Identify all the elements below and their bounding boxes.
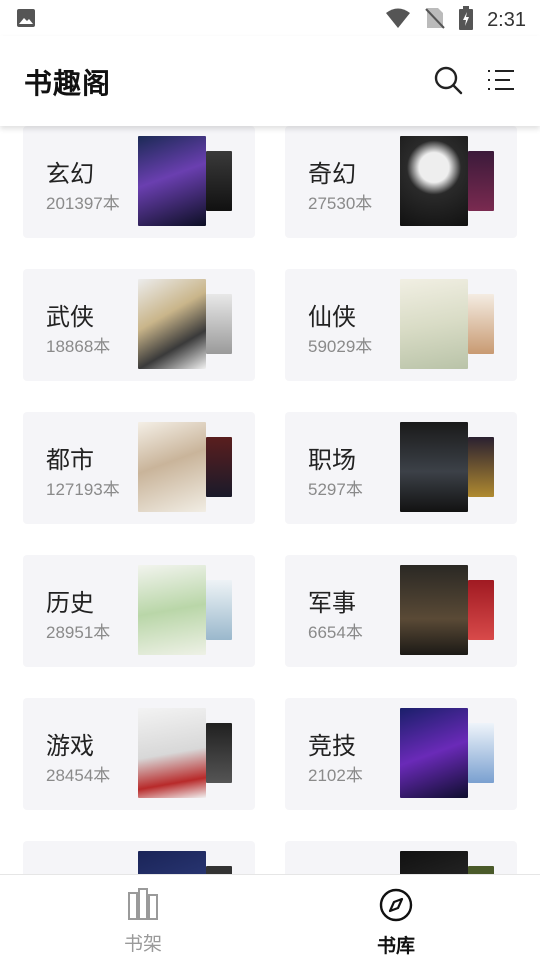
category-name: 玄幻	[46, 160, 94, 188]
book-cover	[206, 723, 232, 783]
book-cover	[400, 136, 468, 226]
book-cover	[206, 866, 232, 874]
book-cover	[400, 279, 468, 369]
category-card-xuanhuan[interactable]: 玄幻 201397本	[23, 126, 255, 238]
book-cover	[400, 565, 468, 655]
book-cover	[138, 136, 206, 226]
book-cover	[138, 279, 206, 369]
category-name: 都市	[46, 446, 94, 474]
category-name: 武侠	[46, 303, 94, 331]
book-cover	[206, 437, 232, 497]
category-card-xianxia[interactable]: 仙侠 59029本	[285, 269, 517, 381]
book-cover	[206, 151, 232, 211]
search-button[interactable]	[432, 64, 464, 96]
book-cover	[468, 580, 494, 640]
category-count: 201397本	[46, 194, 120, 213]
image-notification-icon	[16, 8, 36, 32]
book-cover	[468, 294, 494, 354]
status-time: 2:31	[487, 8, 526, 31]
category-count: 27530本	[308, 194, 373, 213]
bookshelf-icon	[128, 888, 158, 920]
book-cover	[138, 422, 206, 512]
category-grid: 玄幻 201397本 奇幻 27530本 武侠 18868本 仙侠 59029本…	[0, 126, 540, 874]
category-name: 职场	[308, 446, 356, 474]
category-count: 2102本	[308, 766, 363, 785]
book-cover	[138, 851, 206, 874]
book-cover	[206, 294, 232, 354]
compass-icon	[379, 888, 413, 922]
category-card-lishi[interactable]: 历史 28951本	[23, 555, 255, 667]
book-cover	[206, 580, 232, 640]
nav-library[interactable]: 书库	[336, 887, 456, 958]
category-card-partial[interactable]	[285, 841, 517, 874]
category-name: 奇幻	[308, 160, 356, 188]
book-cover	[400, 708, 468, 798]
book-cover	[468, 437, 494, 497]
category-count: 5297本	[308, 480, 363, 499]
status-bar: 2:31	[0, 0, 540, 36]
category-count: 18868本	[46, 337, 111, 356]
category-name: 军事	[308, 589, 356, 617]
battery-icon	[459, 6, 474, 34]
category-card-wuxia[interactable]: 武侠 18868本	[23, 269, 255, 381]
book-cover	[138, 708, 206, 798]
category-name: 竞技	[308, 732, 356, 760]
search-icon	[434, 66, 463, 95]
category-card-zhichang[interactable]: 职场 5297本	[285, 412, 517, 524]
book-cover	[468, 866, 494, 874]
category-count: 127193本	[46, 480, 120, 499]
book-cover	[400, 422, 468, 512]
app-bar: 书趣阁	[0, 36, 540, 126]
category-card-youxi[interactable]: 游戏 28454本	[23, 698, 255, 810]
nav-bookshelf[interactable]: 书架	[83, 887, 203, 956]
category-card-partial[interactable]	[23, 841, 255, 874]
menu-button[interactable]	[486, 66, 516, 96]
category-count: 28951本	[46, 623, 111, 642]
category-count: 28454本	[46, 766, 111, 785]
bottom-nav: 书架 书库	[0, 874, 540, 961]
nav-library-label: 书库	[376, 935, 415, 957]
category-card-dushi[interactable]: 都市 127193本	[23, 412, 255, 524]
book-cover	[138, 565, 206, 655]
category-card-qihuan[interactable]: 奇幻 27530本	[285, 126, 517, 238]
book-cover	[468, 151, 494, 211]
category-count: 59029本	[308, 337, 373, 356]
category-card-jingji[interactable]: 竞技 2102本	[285, 698, 517, 810]
book-cover	[468, 723, 494, 783]
category-name: 游戏	[46, 732, 94, 760]
category-card-junshi[interactable]: 军事 6654本	[285, 555, 517, 667]
wifi-icon	[385, 7, 411, 33]
nav-bookshelf-label: 书架	[123, 933, 162, 955]
menu-icon	[488, 70, 514, 90]
no-sim-icon	[425, 6, 445, 34]
category-name: 仙侠	[308, 303, 356, 331]
category-name: 历史	[46, 589, 94, 617]
app-title: 书趣阁	[24, 67, 112, 100]
book-cover	[400, 851, 468, 874]
category-count: 6654本	[308, 623, 363, 642]
